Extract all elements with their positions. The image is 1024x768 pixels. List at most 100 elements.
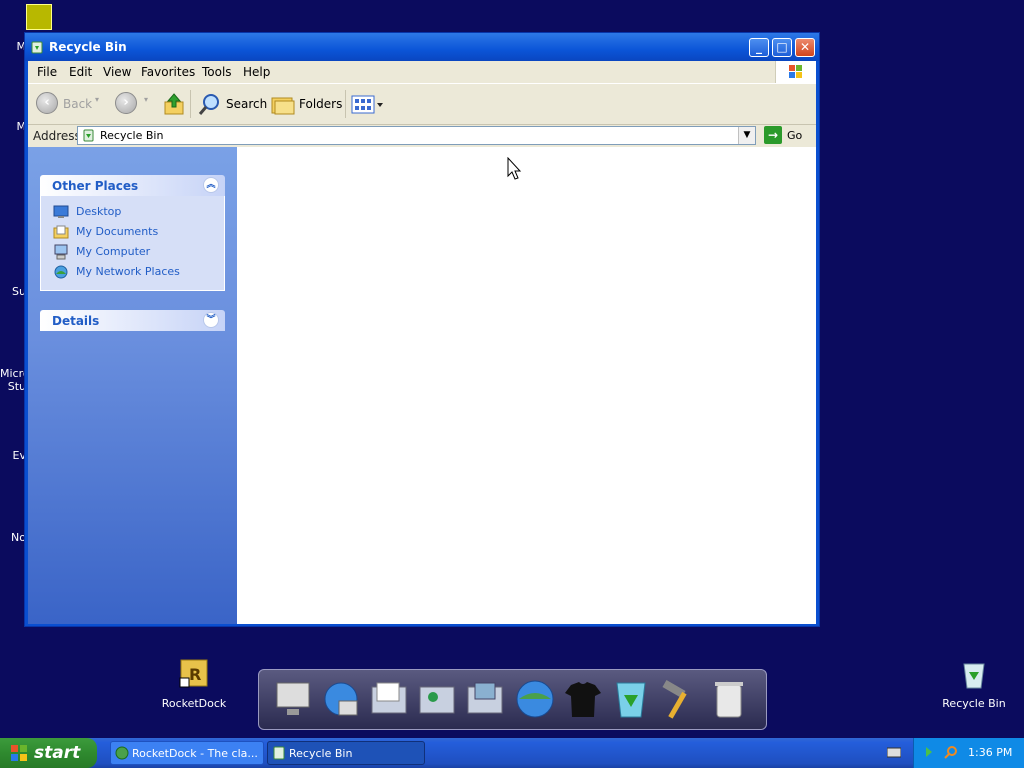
details-panel: Details ︾ [40, 310, 225, 331]
music-folder-icon[interactable] [415, 677, 459, 721]
keyboard-icon[interactable] [887, 747, 901, 758]
taskbar-item-label: Recycle Bin [289, 747, 353, 760]
search-tray-icon[interactable] [944, 745, 958, 759]
maximize-button[interactable]: □ [772, 38, 792, 57]
toolbar-separator [190, 90, 191, 118]
other-places-body: Desktop My Documents My Computer My Netw… [40, 196, 225, 291]
taskbar: start RocketDock - The cla... Recycle Bi… [0, 738, 1024, 768]
recycle-bin-icon[interactable] [609, 677, 653, 721]
menu-favorites[interactable]: Favorites [141, 65, 195, 79]
forward-arrow-icon[interactable]: › [115, 92, 137, 114]
recycle-bin-window: Recycle Bin _ □ ✕ File Edit View Favorit… [24, 32, 820, 627]
up-folder-icon[interactable] [163, 92, 185, 116]
file-list-area[interactable] [237, 147, 816, 624]
address-label: Address [33, 129, 81, 143]
place-link-label: My Network Places [76, 265, 180, 278]
place-link-label: My Computer [76, 245, 151, 258]
folders-icon[interactable] [271, 94, 295, 116]
taskbar-item-recycle-bin[interactable]: Recycle Bin [267, 741, 425, 765]
desktop-icon-rocketdock[interactable]: R RocketDock [154, 658, 234, 710]
search-icon[interactable] [198, 93, 222, 117]
place-link-desktop[interactable]: Desktop [41, 202, 224, 222]
network-tray-icon[interactable] [924, 745, 938, 759]
rocketdock-icon: R [179, 659, 208, 688]
monitor-icon[interactable] [271, 677, 315, 721]
back-button[interactable]: Back [63, 97, 92, 111]
documents-folder-icon[interactable] [367, 677, 411, 721]
place-link-label: Desktop [76, 205, 122, 218]
menu-bar: File Edit View Favorites Tools Help [28, 61, 816, 83]
browser-icon [115, 746, 129, 760]
details-title: Details [52, 314, 100, 328]
my-documents-icon [53, 225, 69, 239]
expand-chevron-icon[interactable]: ︾ [203, 312, 219, 328]
tshirt-icon[interactable] [561, 677, 605, 721]
go-arrow-icon[interactable]: → [764, 126, 782, 144]
address-input[interactable]: Recycle Bin ▼ [77, 126, 756, 145]
rocketdock-bar [258, 669, 767, 730]
menu-edit[interactable]: Edit [69, 65, 92, 79]
desktop-label-fragment[interactable]: Micro Stu [0, 367, 30, 393]
desktop-icon-label: RocketDock [161, 697, 227, 710]
views-icon[interactable] [351, 95, 385, 115]
start-label: start [34, 743, 81, 763]
menu-file[interactable]: File [37, 65, 57, 79]
place-link-my-documents[interactable]: My Documents [41, 222, 224, 242]
network-places-icon [54, 265, 68, 279]
menu-tools[interactable]: Tools [202, 65, 232, 79]
other-places-panel: Other Places ︽ Desktop My Documents My C… [40, 175, 225, 291]
windows-flag-icon [11, 745, 27, 761]
pictures-folder-icon[interactable] [463, 677, 507, 721]
place-link-label: My Documents [76, 225, 159, 238]
svg-text:R: R [189, 665, 201, 684]
desktop-icon-topleft[interactable] [26, 4, 52, 30]
desktop-label-fragment[interactable]: Su [0, 285, 26, 298]
menu-help[interactable]: Help [243, 65, 270, 79]
address-value: Recycle Bin [100, 129, 164, 142]
close-button[interactable]: ✕ [795, 38, 815, 57]
taskbar-item-label: RocketDock - The cla... [132, 747, 258, 760]
start-button[interactable]: start [0, 738, 97, 768]
back-arrow-icon[interactable]: ‹ [36, 92, 58, 114]
recycle-bin-icon [31, 41, 43, 54]
folders-button[interactable]: Folders [299, 97, 342, 111]
desktop-label-fragment[interactable]: M [0, 120, 27, 133]
search-button[interactable]: Search [226, 97, 267, 111]
other-places-title: Other Places [52, 179, 139, 193]
windows-logo-icon [775, 61, 816, 83]
place-link-my-computer[interactable]: My Computer [41, 242, 224, 262]
collapse-chevron-icon[interactable]: ︽ [203, 177, 219, 193]
tools-hammer-icon[interactable] [657, 677, 701, 721]
desktop-icon [53, 205, 69, 218]
address-bar: Address Recycle Bin ▼ → Go [28, 125, 816, 147]
desktop-icon-recycle-bin[interactable]: Recycle Bin [934, 658, 1014, 710]
forward-dropdown-icon[interactable]: ▾ [144, 95, 148, 104]
back-dropdown-icon[interactable]: ▾ [95, 95, 99, 104]
title-bar[interactable]: Recycle Bin _ □ ✕ [25, 33, 819, 61]
task-pane: Other Places ︽ Desktop My Documents My C… [28, 147, 237, 624]
menu-view[interactable]: View [103, 65, 131, 79]
network-globe-icon[interactable] [319, 677, 363, 721]
mouse-cursor-icon [507, 157, 522, 180]
desktop-icon-label: Recycle Bin [942, 697, 1006, 710]
recycle-bin-icon [83, 129, 94, 142]
minimize-button[interactable]: _ [749, 38, 769, 57]
go-button[interactable]: Go [787, 129, 802, 142]
other-places-header[interactable]: Other Places ︽ [40, 175, 225, 196]
clock: 1:36 PM [968, 746, 1013, 759]
recycle-bin-icon [963, 663, 985, 689]
toolbar: ‹ Back ▾ › ▾ Search Folders [28, 83, 816, 125]
desktop-label-fragment[interactable]: Ev [0, 449, 26, 462]
details-header[interactable]: Details ︾ [40, 310, 225, 331]
my-computer-icon [54, 244, 68, 260]
address-dropdown-icon[interactable]: ▼ [738, 127, 755, 144]
place-link-my-network-places[interactable]: My Network Places [41, 262, 224, 282]
trash-can-icon[interactable] [707, 677, 751, 721]
toolbar-separator [345, 90, 346, 118]
window-title: Recycle Bin [49, 40, 127, 54]
desktop-label-fragment[interactable]: M [0, 40, 27, 53]
internet-globe-icon[interactable] [513, 677, 557, 721]
desktop-label-fragment[interactable]: No [0, 531, 26, 544]
system-tray: 1:36 PM [913, 738, 1024, 768]
taskbar-item-rocketdock[interactable]: RocketDock - The cla... [110, 741, 264, 765]
